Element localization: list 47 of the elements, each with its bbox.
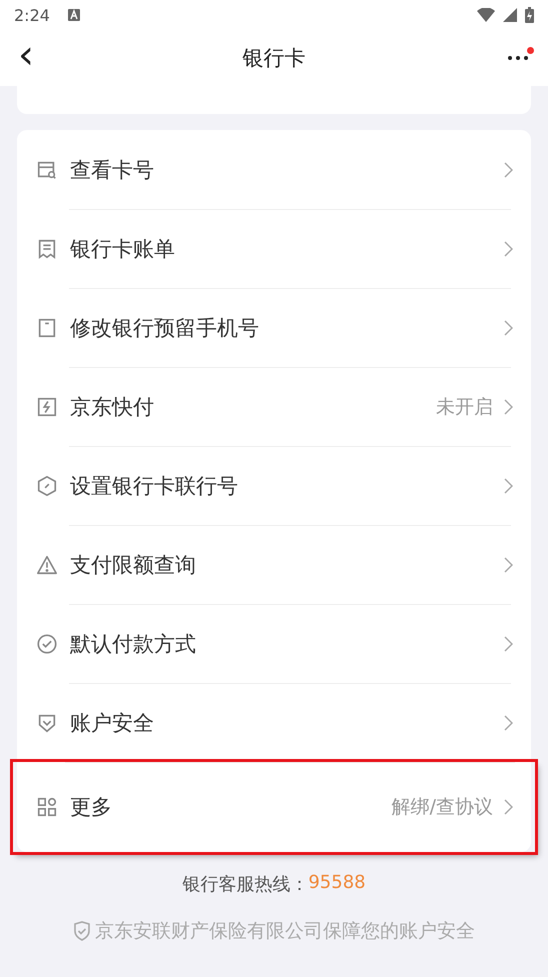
battery-icon	[525, 7, 534, 23]
menu-item[interactable]: 修改银行预留手机号	[17, 288, 531, 367]
menu-item[interactable]: 银行卡账单	[17, 209, 531, 288]
menu-label: 设置银行卡联行号	[70, 472, 238, 500]
menu-label: 京东快付	[70, 394, 154, 420]
hexagon-icon	[36, 474, 58, 496]
insurance-note: 京东安联财产保险有限公司保障您的账户安全	[95, 919, 475, 944]
menu-item[interactable]: 支付限额查询	[17, 525, 531, 604]
warning-icon	[36, 554, 58, 576]
status-time: 2:24	[14, 6, 50, 24]
hotline-label: 银行客服热线：	[182, 873, 308, 896]
menu-label: 银行卡账单	[70, 236, 175, 262]
chevron-icon	[503, 556, 513, 572]
page-title: 银行卡	[242, 45, 306, 72]
menu-label: 修改银行预留手机号	[70, 314, 259, 342]
chevron-icon	[503, 714, 513, 730]
phone-icon	[36, 316, 58, 338]
chevron-icon	[503, 636, 513, 652]
lightning-icon	[36, 396, 58, 418]
chevron-icon	[503, 162, 513, 178]
chevron-icon	[503, 320, 513, 336]
menu-item[interactable]: 账户安全	[17, 683, 531, 762]
chevron-icon	[503, 799, 513, 815]
menu-item[interactable]: 京东快付 未开启	[17, 367, 531, 446]
menu-value: 未开启	[436, 394, 493, 420]
chevron-icon	[503, 240, 513, 256]
menu-item[interactable]: 更多 解绑/查协议	[13, 762, 535, 852]
chevron-icon	[503, 398, 513, 414]
keyboard-icon	[68, 9, 80, 21]
chevron-icon	[503, 478, 513, 494]
menu-label: 更多	[70, 794, 112, 821]
menu-item[interactable]: 默认付款方式	[17, 604, 531, 683]
menu-item[interactable]: 设置银行卡联行号	[17, 446, 531, 525]
shield-check-icon	[73, 921, 91, 941]
menu-value: 解绑/查协议	[392, 795, 493, 820]
grid-icon	[36, 796, 58, 818]
receipt-icon	[36, 238, 58, 260]
menu-label: 账户安全	[70, 710, 154, 736]
menu-label: 支付限额查询	[70, 552, 196, 578]
menu-label: 默认付款方式	[70, 630, 196, 658]
back-button[interactable]: ‹	[0, 35, 60, 81]
menu-label: 查看卡号	[70, 156, 154, 184]
more-icon[interactable]	[507, 55, 529, 61]
menu-item[interactable]: 查看卡号	[17, 130, 531, 209]
check-circle-icon	[36, 632, 58, 654]
signal-icon	[503, 8, 517, 22]
wifi-icon	[477, 8, 495, 22]
